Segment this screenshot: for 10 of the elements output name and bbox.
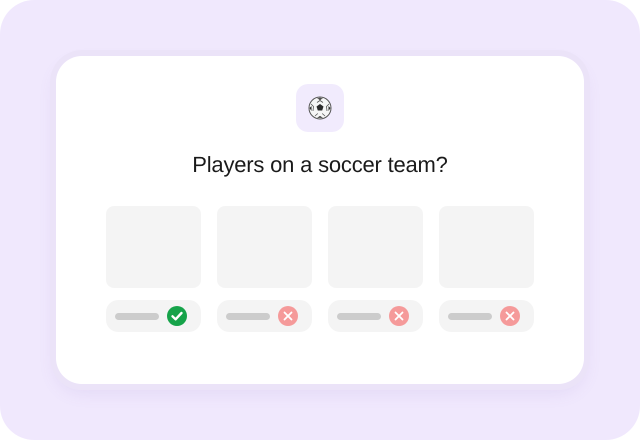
soccer-ball-icon (308, 96, 332, 120)
answer-option[interactable] (328, 300, 423, 332)
text-placeholder-bar (448, 312, 492, 320)
answer-option[interactable] (106, 300, 201, 332)
text-placeholder-bar (337, 312, 381, 320)
text-placeholder-bar (115, 312, 159, 320)
answer-option[interactable] (217, 300, 312, 332)
text-placeholder-bar (226, 312, 270, 320)
answer-option[interactable] (439, 300, 534, 332)
question-title: Players on a soccer team? (192, 152, 448, 178)
